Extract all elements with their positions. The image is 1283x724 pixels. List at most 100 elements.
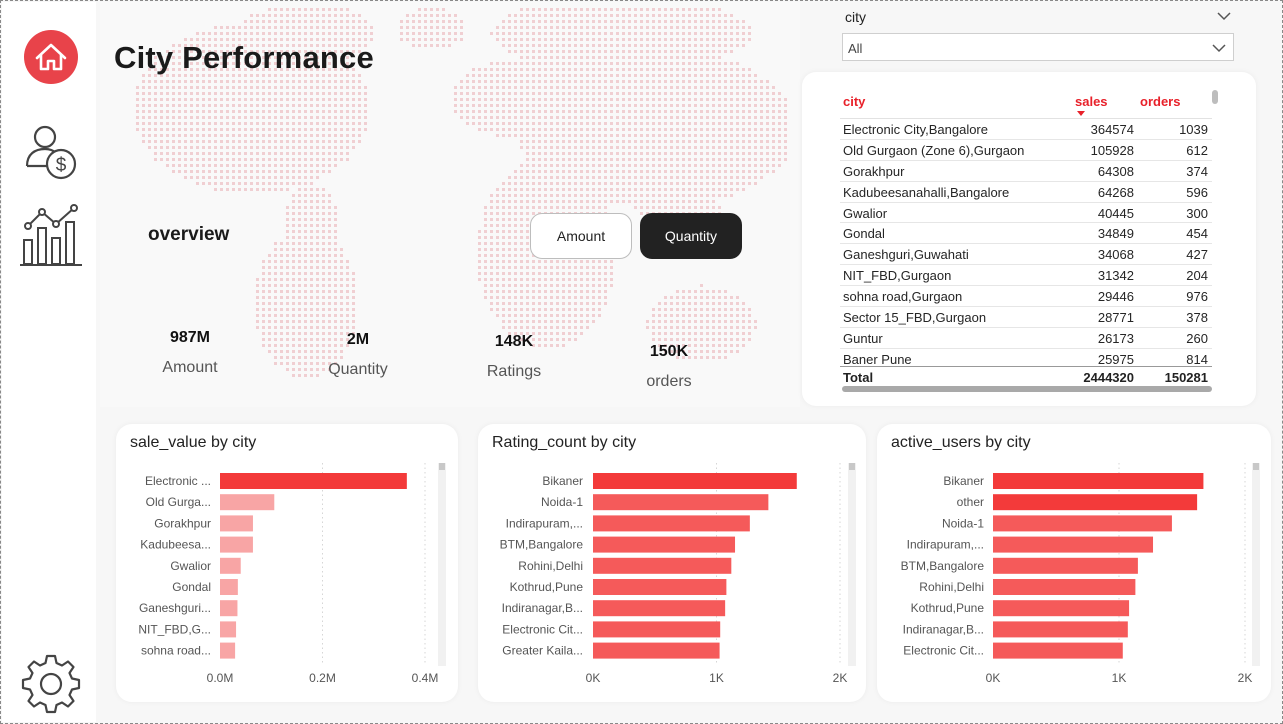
kpi-label: Amount <box>162 359 218 376</box>
analytics-nav-button[interactable] <box>18 202 84 268</box>
bar[interactable] <box>593 473 797 489</box>
bar[interactable] <box>993 600 1130 617</box>
bar[interactable] <box>220 494 275 511</box>
settings-nav-button[interactable] <box>18 650 84 716</box>
table-row[interactable]: Ganeshguri,Guwahati 34068 427 <box>840 244 1212 266</box>
cell-sales: 26173 <box>1097 330 1134 346</box>
kpi-value: 148K <box>494 333 534 350</box>
bar[interactable] <box>220 557 241 574</box>
overview-heading: overview <box>148 224 230 245</box>
table-row[interactable]: Old Gurgaon (Zone 6),Gurgaon 105928 612 <box>840 140 1212 161</box>
cell-orders: 300 <box>1186 205 1208 221</box>
table-row[interactable]: sohna road,Gurgaon 29446 976 <box>840 286 1212 308</box>
bar[interactable] <box>993 515 1172 532</box>
bar[interactable] <box>593 642 720 659</box>
kpi-label: Ratings <box>486 363 542 380</box>
bar[interactable] <box>593 579 727 595</box>
table-row[interactable]: Kadubeesanahalli,Bangalore 64268 596 <box>840 182 1212 203</box>
home-icon <box>24 30 78 84</box>
bar[interactable] <box>220 621 237 638</box>
bar[interactable] <box>993 473 1204 489</box>
chart-scrollbar[interactable] <box>438 463 446 666</box>
chevron-down-icon[interactable] <box>1216 10 1232 22</box>
axis-tick-label: 0K <box>986 671 1001 685</box>
chart-scrollbar[interactable] <box>848 463 856 666</box>
left-nav: $ <box>2 2 96 722</box>
rating-count-bars: 0K 1K 2K Bikaner Noida-1 Indirapuram,... BTM,B… <box>500 463 856 685</box>
cell-sales: 29446 <box>1097 289 1134 305</box>
bar[interactable] <box>593 494 769 511</box>
category-label: Indiranagar,B... <box>502 601 583 615</box>
sale-value-bars: 0.0M 0.2M 0.4M Electronic ... Old Gurga... Go… <box>138 463 446 685</box>
cell-sales: 34068 <box>1097 247 1134 263</box>
column-header-city[interactable]: city <box>843 94 865 109</box>
kpi-label: orders <box>646 373 692 390</box>
bar[interactable] <box>993 642 1123 659</box>
chart-scrollbar-thumb[interactable] <box>849 463 855 470</box>
category-label: Electronic Cit... <box>502 622 583 636</box>
column-header-orders[interactable]: orders <box>1140 94 1180 109</box>
quantity-toggle-button[interactable]: Quantity <box>640 213 742 259</box>
category-label: Gwalior <box>170 559 211 573</box>
cell-city: Guntur <box>843 330 883 346</box>
category-label: Kothrud,Pune <box>510 580 584 594</box>
city-slicer-label: city <box>845 9 866 25</box>
bar[interactable] <box>593 536 736 553</box>
category-label: Rohini,Delhi <box>919 580 984 594</box>
category-label: other <box>957 495 984 509</box>
table-row[interactable]: Sector 15_FBD,Gurgaon 28771 378 <box>840 307 1212 328</box>
kpi-value: 150K <box>649 343 689 360</box>
chart-scrollbar[interactable] <box>1252 463 1260 666</box>
category-label: Gorakhpur <box>154 516 211 530</box>
axis-tick-label: 2K <box>833 671 848 685</box>
table-row[interactable]: Gorakhpur 64308 374 <box>840 161 1212 182</box>
bar[interactable] <box>993 536 1154 553</box>
cell-orders: 814 <box>1186 351 1208 364</box>
table-row[interactable]: Guntur 26173 260 <box>840 328 1212 349</box>
bar[interactable] <box>220 642 236 659</box>
category-label: Noida-1 <box>541 495 583 509</box>
bar[interactable] <box>593 557 732 574</box>
city-slicer-dropdown[interactable]: All <box>842 33 1234 61</box>
bar[interactable] <box>220 600 238 617</box>
table-row[interactable]: Baner Pune 25975 814 <box>840 349 1212 364</box>
chart-scrollbar-thumb[interactable] <box>439 463 445 470</box>
bar[interactable] <box>993 494 1198 511</box>
table-row[interactable]: NIT_FBD,Gurgaon 31342 204 <box>840 265 1212 287</box>
cell-orders: 260 <box>1186 330 1208 346</box>
axis-tick-label: 0.0M <box>207 671 234 685</box>
bar[interactable] <box>220 579 238 595</box>
home-nav-button[interactable] <box>18 24 84 90</box>
bar[interactable] <box>220 536 253 553</box>
amount-toggle-button[interactable]: Amount <box>530 213 632 259</box>
table-row[interactable]: Electronic City,Bangalore 364574 1039 <box>840 119 1212 140</box>
column-header-sales[interactable]: sales <box>1075 94 1108 109</box>
bar[interactable] <box>220 515 253 532</box>
bar[interactable] <box>993 621 1128 638</box>
sales-nav-button[interactable]: $ <box>18 120 84 186</box>
category-label: Indirapuram,... <box>907 538 984 552</box>
bar[interactable] <box>993 579 1136 595</box>
horizontal-scrollbar[interactable] <box>842 386 1212 392</box>
cell-sales: 364574 <box>1090 122 1134 137</box>
table-body: Electronic City,Bangalore 364574 1039 Old G… <box>840 118 1212 364</box>
cell-city: Kadubeesanahalli,Bangalore <box>843 184 1010 200</box>
bar[interactable] <box>993 557 1138 574</box>
settings-gear-icon <box>21 654 81 714</box>
cell-city: Ganeshguri,Guwahati <box>843 247 969 263</box>
total-sales: 2444320 <box>1083 370 1134 385</box>
bar[interactable] <box>220 473 407 489</box>
vertical-scrollbar[interactable] <box>1212 90 1218 104</box>
category-label: Ganeshguri... <box>139 601 211 615</box>
kpi-value: 987M <box>169 329 211 346</box>
chart-scrollbar-thumb[interactable] <box>1253 463 1259 470</box>
table-row[interactable]: Gwalior 40445 300 <box>840 203 1212 224</box>
sales-person-icon: $ <box>25 125 77 180</box>
bar[interactable] <box>593 600 726 617</box>
bar[interactable] <box>593 515 750 532</box>
bar[interactable] <box>593 621 721 638</box>
category-label: Bikaner <box>943 474 984 488</box>
axis-tick-label: 0.4M <box>412 671 439 685</box>
table-row[interactable]: Gondal 34849 454 <box>840 223 1212 245</box>
cell-sales: 28771 <box>1097 310 1134 326</box>
